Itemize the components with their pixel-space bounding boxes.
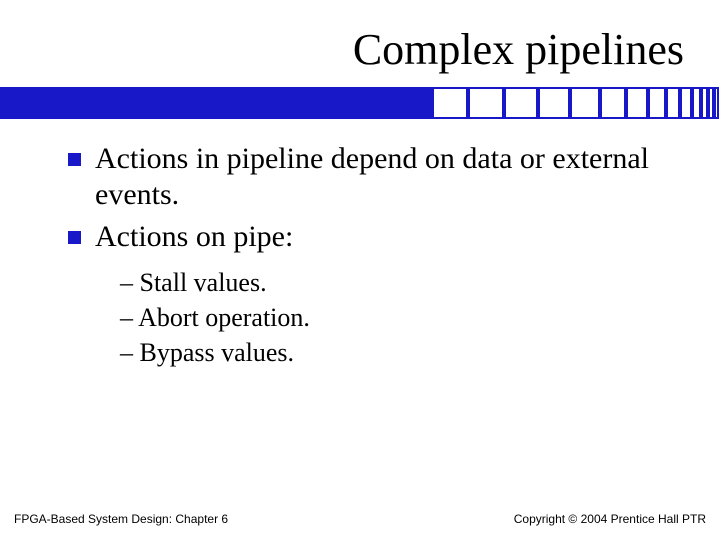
bullet-text: Actions in pipeline depend on data or ex…: [95, 141, 680, 213]
stripe-box: [504, 87, 538, 119]
stripe-box: [538, 87, 570, 119]
stripe-box: [600, 87, 626, 119]
stripe-solid: [0, 87, 432, 119]
stripe-boxes: [432, 87, 719, 119]
slide-title: Complex pipelines: [0, 0, 720, 85]
bullet-item: Actions on pipe:: [68, 219, 680, 255]
square-bullet-icon: [68, 153, 81, 166]
footer-left: FPGA-Based System Design: Chapter 6: [14, 512, 228, 526]
stripe-box: [714, 87, 719, 119]
sub-bullet-list: – Stall values. – Abort operation. – Byp…: [68, 265, 680, 370]
stripe-box: [570, 87, 600, 119]
stripe-box: [666, 87, 680, 119]
stripe-box: [468, 87, 504, 119]
sub-bullet-item: – Stall values.: [120, 265, 680, 300]
stripe-box: [626, 87, 648, 119]
stripe-box: [680, 87, 692, 119]
content-area: Actions in pipeline depend on data or ex…: [0, 119, 720, 370]
footer-right: Copyright © 2004 Prentice Hall PTR: [514, 512, 706, 526]
stripe-box: [432, 87, 468, 119]
stripe-box: [648, 87, 666, 119]
slide: Complex pipelines Actions in pipel: [0, 0, 720, 540]
bullet-list: Actions in pipeline depend on data or ex…: [68, 141, 680, 255]
bullet-item: Actions in pipeline depend on data or ex…: [68, 141, 680, 213]
stripe-box: [701, 87, 708, 119]
stripe-box: [692, 87, 701, 119]
decorative-stripe: [0, 87, 720, 119]
sub-bullet-item: – Bypass values.: [120, 335, 680, 370]
bullet-text: Actions on pipe:: [95, 219, 680, 255]
sub-bullet-item: – Abort operation.: [120, 300, 680, 335]
footer: FPGA-Based System Design: Chapter 6 Copy…: [0, 512, 720, 526]
square-bullet-icon: [68, 231, 81, 244]
